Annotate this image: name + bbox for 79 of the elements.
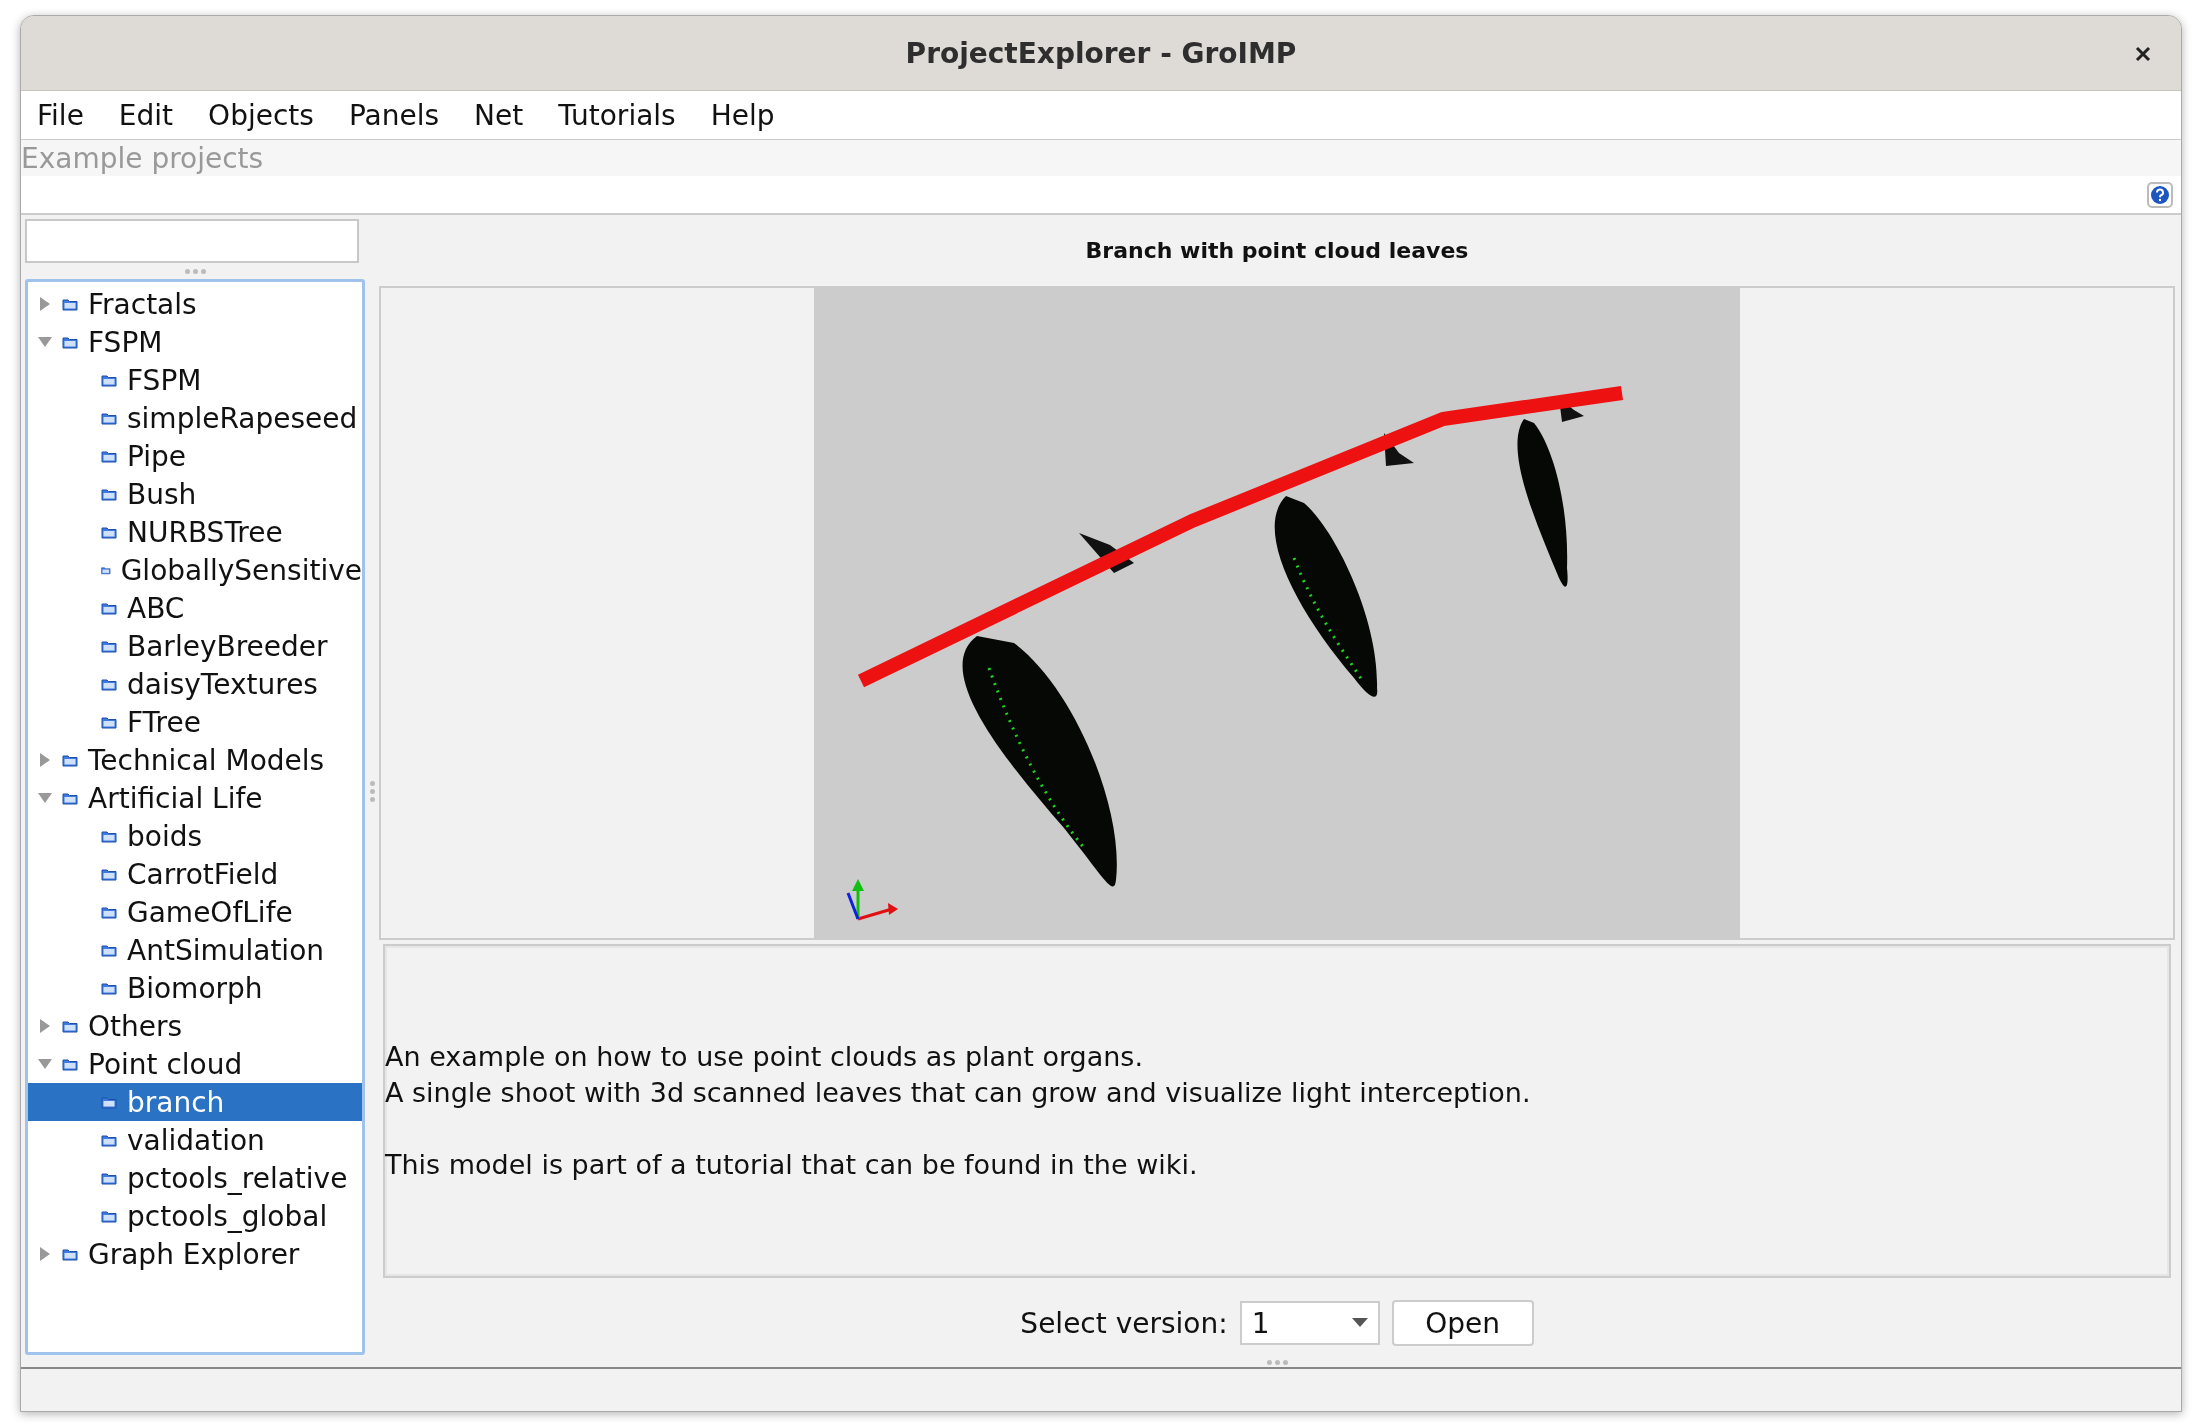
folder-icon [101, 1133, 117, 1147]
folder-icon [62, 335, 78, 349]
menu-item[interactable]: Edit [118, 98, 189, 132]
tree-item[interactable]: AntSimulation [28, 931, 362, 969]
menu-item[interactable]: File [37, 98, 99, 132]
tree-item[interactable]: pctools_global [28, 1197, 362, 1235]
tree-item[interactable]: Point cloud [28, 1045, 362, 1083]
tree-item[interactable]: Others [28, 1007, 362, 1045]
folder-icon [62, 1057, 78, 1071]
folder-icon [101, 1171, 117, 1185]
expand-triangle-icon[interactable] [38, 1247, 52, 1261]
expand-triangle-icon[interactable] [38, 1019, 52, 1033]
folder-icon [101, 677, 117, 691]
folder-icon [101, 373, 117, 387]
tree-item[interactable]: daisyTextures [28, 665, 362, 703]
tree-item[interactable]: Graph Explorer [28, 1235, 362, 1273]
section-title: Example projects [21, 141, 264, 175]
folder-icon [62, 1019, 78, 1033]
folder-icon [62, 297, 78, 311]
folder-icon [101, 1095, 117, 1109]
menu-item[interactable]: Panels [348, 98, 454, 132]
tree-item[interactable]: branch [28, 1083, 362, 1121]
folder-icon [101, 601, 117, 615]
folder-icon [101, 411, 117, 425]
folder-icon [101, 905, 117, 919]
folder-icon [101, 829, 117, 843]
menu-item[interactable]: Net [474, 98, 539, 132]
description-text: An example on how to use point clouds as plant organs. [385, 1040, 1144, 1074]
tree-item[interactable]: FSPM [28, 323, 362, 361]
close-icon[interactable] [2133, 44, 2153, 64]
preview-title: Branch with point cloud leaves [1085, 237, 1469, 266]
description-text: This model is part of a tutorial that can be found in the wiki. [385, 1148, 1199, 1182]
tree-item[interactable]: GloballySensitive [28, 551, 362, 589]
tree-item[interactable]: Fractals [28, 285, 362, 323]
folder-icon [62, 791, 78, 805]
menu-item[interactable]: Help [710, 98, 790, 132]
dropdown-caret-icon [1351, 1318, 1368, 1329]
tree-item[interactable]: simpleRapeseed [28, 399, 362, 437]
tree-item[interactable]: boids [28, 817, 362, 855]
tree-item[interactable]: FTree [28, 703, 362, 741]
expand-triangle-icon[interactable] [38, 297, 52, 311]
search-field[interactable] [25, 219, 359, 263]
folder-icon [101, 867, 117, 881]
tree-item[interactable]: Bush [28, 475, 362, 513]
folder-icon [101, 449, 117, 463]
tree-item[interactable]: FSPM [28, 361, 362, 399]
collapse-triangle-icon[interactable] [38, 791, 52, 805]
tree-item[interactable]: NURBSTree [28, 513, 362, 551]
tree-item[interactable]: Technical Models [28, 741, 362, 779]
version-label: Select version: [1020, 1306, 1228, 1340]
tree-item[interactable]: pctools_relative [28, 1159, 362, 1197]
version-dropdown[interactable]: 1 [1239, 1301, 1380, 1346]
window-title: ProjectExplorer - GroIMP [905, 36, 1297, 70]
help-icon[interactable] [2147, 181, 2173, 208]
tree-item[interactable]: CarrotField [28, 855, 362, 893]
expand-triangle-icon[interactable] [38, 753, 52, 767]
folder-icon [101, 487, 117, 501]
folder-icon [62, 753, 78, 767]
tree-item[interactable]: Pipe [28, 437, 362, 475]
collapse-triangle-icon[interactable] [38, 1057, 52, 1071]
tree-item[interactable]: ABC [28, 589, 362, 627]
folder-icon [101, 981, 117, 995]
tree-item[interactable]: validation [28, 1121, 362, 1159]
menu-item[interactable]: Objects [208, 98, 329, 132]
folder-icon [101, 525, 117, 539]
description-text: A single shoot with 3d scanned leaves that can grow and visualize light interception. [385, 1076, 1532, 1110]
menu-item[interactable]: Tutorials [558, 98, 691, 132]
tree-item[interactable]: Artificial Life [28, 779, 362, 817]
collapse-triangle-icon[interactable] [38, 335, 52, 349]
folder-icon [101, 943, 117, 957]
folder-icon [62, 1247, 78, 1261]
open-button[interactable]: Open [1391, 1300, 1534, 1347]
axis-gizmo-icon [846, 879, 898, 921]
tree-item[interactable]: GameOfLife [28, 893, 362, 931]
tree-item[interactable]: Biomorph [28, 969, 362, 1007]
tree-item[interactable]: BarleyBreeder [28, 627, 362, 665]
folder-icon [101, 1209, 117, 1223]
folder-icon [101, 639, 117, 653]
folder-icon [101, 715, 117, 729]
